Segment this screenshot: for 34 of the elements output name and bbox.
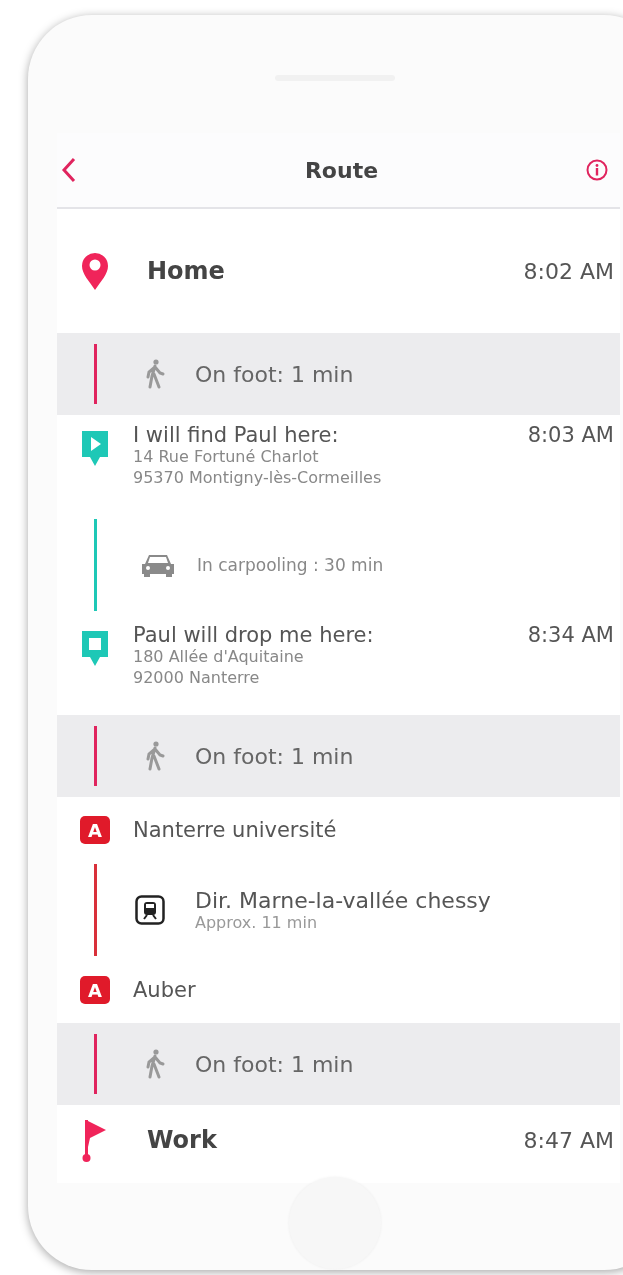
car-icon — [141, 552, 175, 578]
transit-duration: Approx. 11 min — [195, 913, 319, 932]
arrival-time: 8:02 AM — [523, 258, 614, 284]
place-name: Work — [147, 1126, 218, 1154]
screen-title: Route — [304, 157, 379, 183]
transit-direction: Dir. Marne-la-vallée chessy — [195, 888, 491, 913]
address-line: 95370 Montigny-lès-Cormeilles — [133, 467, 383, 489]
stop-title: Paul will drop me here: — [133, 623, 375, 647]
station-name: Auber — [133, 978, 196, 1002]
walking-duration: On foot: 1 min — [195, 361, 354, 387]
route-line — [93, 1034, 97, 1094]
walking-duration: On foot: 1 min — [195, 1051, 354, 1077]
address-line: 180 Allée d'Aquitaine — [133, 647, 305, 668]
map-pin-icon — [80, 251, 110, 291]
pedestrian-icon — [145, 359, 165, 389]
address-line: 14 Rue Fortuné Charlot — [133, 447, 320, 468]
pedestrian-icon — [145, 1049, 165, 1079]
stop-time: 8:03 AM — [527, 423, 614, 447]
arrival-time: 8:47 AM — [523, 1127, 614, 1153]
info-icon — [586, 159, 608, 181]
place-name: Home — [147, 257, 226, 285]
address-line: 92000 Nanterre — [133, 667, 261, 689]
stop-title: I will find Paul here: — [133, 423, 340, 447]
stop-time: 8:34 AM — [527, 623, 614, 647]
route-line — [93, 726, 97, 786]
metro-line-badge: A — [80, 976, 110, 1004]
pedestrian-icon — [145, 741, 165, 771]
station-name: Nanterre université — [133, 818, 337, 842]
carpool-duration: In carpooling : 30 min — [197, 555, 384, 575]
train-icon — [135, 895, 165, 925]
walking-duration: On foot: 1 min — [195, 743, 354, 769]
route-line — [93, 344, 97, 404]
metro-line-badge: A — [80, 816, 110, 844]
back-chevron-icon — [61, 157, 77, 183]
